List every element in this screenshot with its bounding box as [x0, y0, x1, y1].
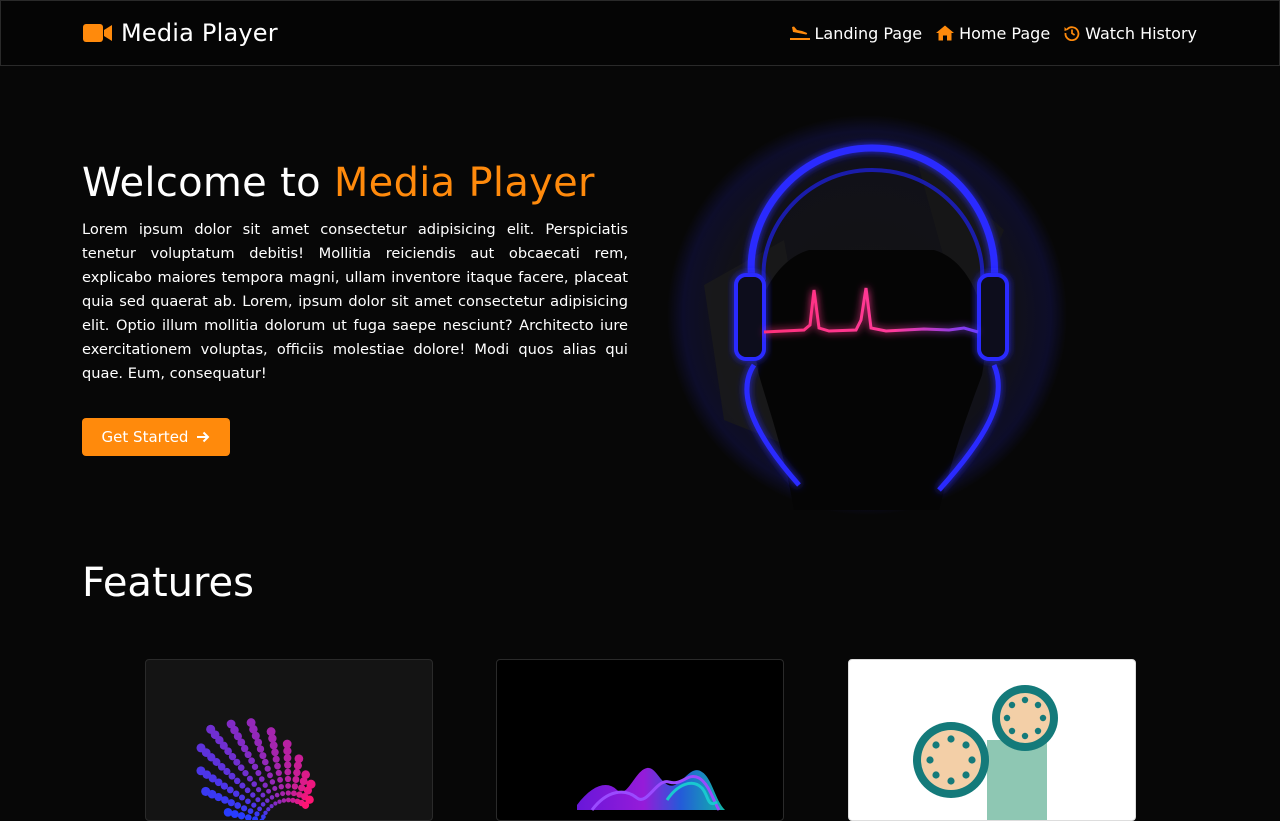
brand-name: Media Player — [121, 19, 278, 47]
colorful-sound-wave-image — [577, 767, 725, 811]
history-icon — [1064, 26, 1080, 41]
hero-title-prefix: Welcome to — [82, 160, 321, 206]
get-started-label: Get Started — [101, 428, 189, 446]
navbar: Media Player Landing Page Home Page Watc… — [0, 0, 1280, 66]
radial-audio-bars-image — [196, 718, 316, 820]
feature-card[interactable] — [145, 659, 433, 821]
arrow-right-icon — [197, 431, 210, 443]
feature-card[interactable] — [496, 659, 784, 821]
video-camera-icon — [83, 24, 112, 42]
hero-description: Lorem ipsum dolor sit amet consectetur a… — [82, 221, 628, 382]
nav-link-label: Home Page — [959, 23, 1051, 43]
nav-link-watch-history[interactable]: Watch History — [1064, 24, 1197, 43]
nav-link-label: Landing Page — [814, 23, 923, 43]
nav-link-label: Watch History — [1085, 23, 1197, 43]
brand-logo[interactable]: Media Player — [83, 19, 278, 47]
get-started-button[interactable]: Get Started — [82, 418, 230, 456]
film-reel-image — [913, 685, 1058, 820]
features-title: Features — [82, 560, 254, 606]
home-icon — [936, 25, 955, 41]
hero-title-accent: Media Player — [333, 160, 595, 206]
plane-landing-icon — [789, 26, 810, 40]
nav-link-landing-page[interactable]: Landing Page — [789, 23, 923, 43]
feature-card[interactable] — [848, 659, 1136, 821]
headphones-hero-image — [667, 115, 1067, 515]
nav-link-home-page[interactable]: Home Page — [936, 24, 1050, 43]
hero-title: Welcome to Media Player — [82, 160, 595, 206]
nav-links: Landing Page Home Page Watch History — [789, 21, 1197, 45]
